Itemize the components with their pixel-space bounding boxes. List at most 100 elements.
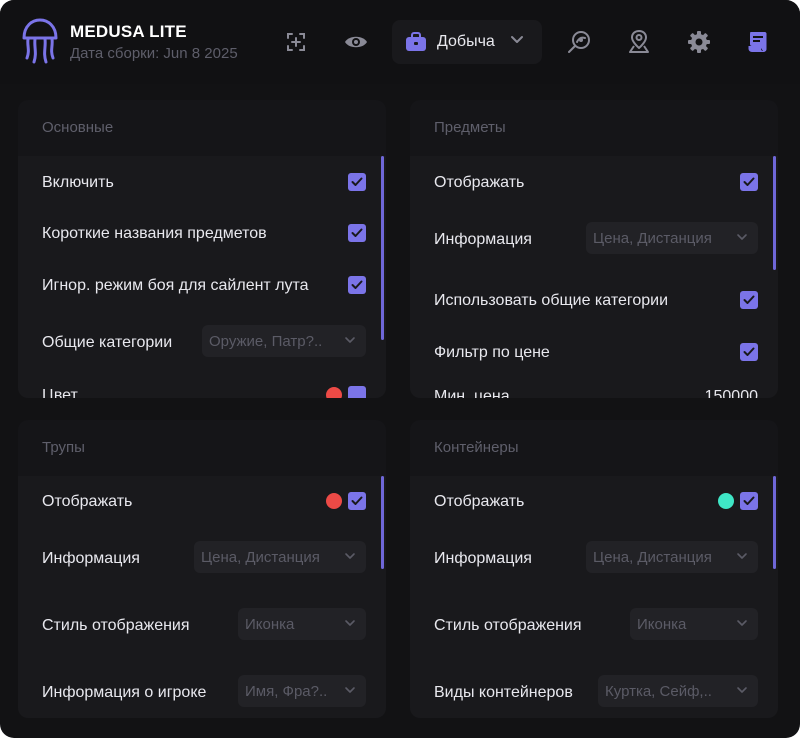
color-swatch-red[interactable] [326, 493, 342, 509]
info-label: Информация [42, 550, 140, 567]
ignore-combat-checkbox[interactable] [348, 276, 366, 294]
style-dropdown[interactable]: Иконка [238, 608, 366, 640]
app-window: MEDUSA LITE Дата сборки: Jun 8 2025 Добы… [0, 0, 800, 738]
scrollbar[interactable] [381, 476, 384, 569]
price-filter-checkbox[interactable] [740, 343, 758, 361]
short-names-checkbox[interactable] [348, 224, 366, 242]
display-label: Отображать [434, 493, 525, 510]
row-info: Информация Цена, Дистанция [434, 222, 758, 255]
row-use-categories: Использовать общие категории [434, 286, 758, 316]
display-checkbox[interactable] [740, 492, 758, 510]
chevron-down-icon [345, 553, 355, 559]
cut-off-label: Цвет [42, 387, 78, 398]
ignore-combat-label: Игнор. режим боя для сайлент лута [42, 277, 309, 294]
row-min-price: Мин. цена 150000 [434, 382, 758, 398]
gear-icon[interactable] [684, 27, 714, 57]
info-dropdown[interactable]: Цена, Дистанция [586, 222, 758, 254]
row-player-info: Информация о игроке Имя, Фра?.. [42, 675, 366, 708]
panel-items: Предметы Отображать Информация Цена, Дис… [410, 100, 778, 398]
mode-select[interactable]: Добыча [392, 20, 542, 64]
jellyfish-logo-icon [22, 18, 58, 64]
color-swatch-teal[interactable] [718, 493, 734, 509]
chevron-down-icon [737, 234, 747, 240]
script-icon[interactable] [743, 27, 773, 57]
min-price-value[interactable]: 150000 [705, 388, 758, 398]
chevron-down-icon [511, 36, 523, 43]
check-icon [743, 496, 755, 505]
display-label: Отображать [42, 493, 133, 510]
info-label: Информация [434, 550, 532, 567]
categories-value: Оружие, Патр?.. [209, 333, 323, 350]
panel-body: Отображать Информация Цена, Дистанция Ст… [410, 476, 778, 718]
chevron-down-icon [345, 337, 355, 343]
crosshair-icon[interactable] [281, 27, 311, 57]
style-label: Стиль отображения [42, 617, 190, 634]
row-display: Отображать [434, 168, 758, 198]
container-types-value: Куртка, Сейф,.. [605, 683, 712, 700]
display-label: Отображать [434, 174, 525, 191]
build-date: Дата сборки: Jun 8 2025 [70, 45, 238, 62]
row-short-names: Короткие названия предметов [42, 219, 366, 249]
row-price-filter: Фильтр по цене [434, 338, 758, 368]
row-enable: Включить [42, 168, 366, 198]
check-icon [743, 295, 755, 304]
mode-label: Добыча [437, 33, 495, 50]
map-pin-icon[interactable] [624, 27, 654, 57]
panel-body: Отображать Информация Цена, Дистанция Ст… [18, 476, 386, 718]
chevron-down-icon [737, 687, 747, 693]
categories-dropdown[interactable]: Оружие, Патр?.. [202, 325, 366, 357]
panel-title: Предметы [434, 119, 506, 136]
player-info-dropdown[interactable]: Имя, Фра?.. [238, 675, 366, 707]
min-price-label: Мин. цена [434, 388, 510, 398]
categories-label: Общие категории [42, 334, 173, 351]
enable-checkbox[interactable] [348, 173, 366, 191]
use-categories-label: Использовать общие категории [434, 292, 669, 309]
scrollbar[interactable] [773, 156, 776, 270]
check-icon [351, 280, 363, 289]
panel-title: Трупы [42, 439, 85, 456]
briefcase-icon [406, 32, 426, 51]
container-types-label: Виды контейнеров [434, 684, 573, 701]
style-value: Иконка [245, 616, 295, 633]
chevron-down-icon [345, 620, 355, 626]
panel-title: Контейнеры [434, 439, 519, 456]
use-categories-checkbox[interactable] [740, 291, 758, 309]
row-display: Отображать [434, 487, 758, 517]
info-value: Цена, Дистанция [201, 549, 320, 566]
enable-label: Включить [42, 174, 114, 191]
container-types-dropdown[interactable]: Куртка, Сейф,.. [598, 675, 758, 707]
color-swatch[interactable] [326, 387, 342, 398]
info-label: Информация [434, 231, 532, 248]
info-value: Цена, Дистанция [593, 230, 712, 247]
style-label: Стиль отображения [434, 617, 582, 634]
scrollbar[interactable] [773, 476, 776, 569]
row-cut-off: Цвет [42, 381, 366, 398]
panel-body: Включить Короткие названия предметов Игн… [18, 156, 386, 398]
eye-icon[interactable] [341, 27, 371, 57]
display-checkbox[interactable] [348, 492, 366, 510]
info-dropdown[interactable]: Цена, Дистанция [194, 541, 366, 573]
chevron-down-icon [737, 553, 747, 559]
radar-icon[interactable] [564, 27, 594, 57]
cut-off-checkbox[interactable] [348, 386, 366, 398]
row-categories: Общие категории Оружие, Патр?.. [42, 325, 366, 358]
header: MEDUSA LITE Дата сборки: Jun 8 2025 Добы… [0, 0, 800, 84]
app-title: MEDUSA LITE [70, 22, 187, 41]
style-dropdown[interactable]: Иконка [630, 608, 758, 640]
scrollbar[interactable] [381, 156, 384, 340]
check-icon [351, 177, 363, 186]
panel-body: Отображать Информация Цена, Дистанция Ис… [410, 156, 778, 398]
display-checkbox[interactable] [740, 173, 758, 191]
player-info-value: Имя, Фра?.. [245, 683, 328, 700]
row-info: Информация Цена, Дистанция [434, 541, 758, 574]
chevron-down-icon [345, 687, 355, 693]
panel-corpses: Трупы Отображать Информация Цена, Дистан… [18, 420, 386, 718]
panel-containers: Контейнеры Отображать Информация Цена, Д… [410, 420, 778, 718]
check-icon [743, 177, 755, 186]
row-display: Отображать [42, 487, 366, 517]
row-style: Стиль отображения Иконка [434, 608, 758, 641]
check-icon [743, 347, 755, 356]
row-style: Стиль отображения Иконка [42, 608, 366, 641]
short-names-label: Короткие названия предметов [42, 225, 267, 242]
info-dropdown[interactable]: Цена, Дистанция [586, 541, 758, 573]
